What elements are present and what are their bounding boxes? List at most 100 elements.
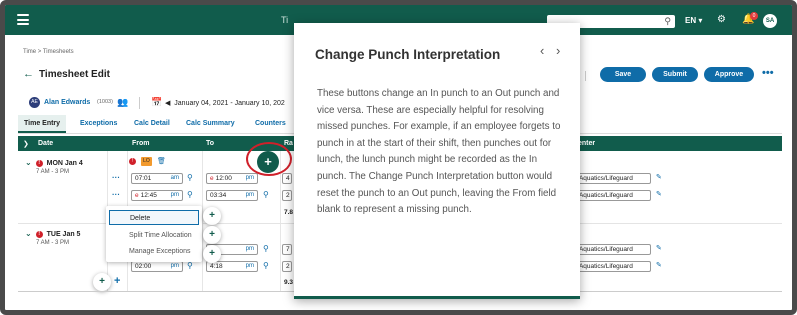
tab-counters[interactable]: Counters xyxy=(255,115,286,133)
search-icon[interactable]: ⚲ xyxy=(263,261,269,270)
help-popup: Change Punch Interpretation ‹ › These bu… xyxy=(294,23,580,299)
rate-field[interactable]: 2 xyxy=(282,190,292,201)
punch-ampm: pm xyxy=(170,263,179,269)
edit-icon[interactable]: ✎ xyxy=(656,190,662,198)
add-row-icon[interactable]: + xyxy=(114,275,120,287)
exception-icon[interactable]: ! xyxy=(129,158,136,165)
day-total: 7.8 xyxy=(284,209,294,216)
punch-time: 02:00 xyxy=(135,263,152,270)
tab-calc-detail[interactable]: Calc Detail xyxy=(134,115,170,133)
row-actions-button[interactable]: ··· xyxy=(112,190,120,199)
search-icon[interactable]: ⚲ xyxy=(263,190,269,199)
app-title: Ti xyxy=(281,15,289,25)
calendar-icon[interactable]: 📅 xyxy=(151,97,162,108)
day-label: TUE Jan 5 xyxy=(46,231,81,238)
day-total: 9.3 xyxy=(284,279,294,286)
cost-center-field[interactable]: r/Aquatics/Lifeguard xyxy=(571,261,651,272)
add-icon[interactable]: + xyxy=(203,245,221,263)
punch-ampm: pm xyxy=(245,192,254,198)
trash-icon[interactable]: 🗑 xyxy=(157,157,166,165)
add-icon[interactable]: + xyxy=(203,226,221,244)
popup-body: These buttons change an In punch to an O… xyxy=(317,88,561,216)
notification-badge: 0 xyxy=(750,12,758,20)
punch-out-field[interactable]: e 12:00 pm xyxy=(206,173,258,184)
tab-exceptions[interactable]: Exceptions xyxy=(80,115,117,133)
language-label: EN xyxy=(685,16,697,25)
add-punch-button[interactable]: + xyxy=(93,273,111,291)
edit-icon[interactable]: ✎ xyxy=(656,261,662,269)
day-row-mon[interactable]: ⌄ ! MON Jan 4 xyxy=(25,158,83,167)
punch-ampm: am xyxy=(170,175,179,181)
menu-item-manage-exceptions[interactable]: Manage Exceptions xyxy=(109,244,199,259)
change-punch-interpretation-button[interactable]: + xyxy=(257,151,279,173)
employee-switch-icon[interactable]: 👥 xyxy=(117,97,128,108)
exception-icon: ! xyxy=(35,230,43,238)
menu-item-split-time-allocation[interactable]: Split Time Allocation xyxy=(109,228,199,243)
chevron-down-icon[interactable]: ⌄ xyxy=(25,158,32,167)
rate-field[interactable]: 4 xyxy=(282,173,292,184)
edit-icon[interactable]: ✎ xyxy=(656,244,662,252)
day-label: MON Jan 4 xyxy=(46,160,83,167)
page-title-text: Timesheet Edit xyxy=(39,69,110,80)
employee-avatar: AE xyxy=(29,97,40,108)
rate-field[interactable]: 2 xyxy=(282,261,292,272)
cost-center-field[interactable]: r/Aquatics/Lifeguard xyxy=(571,244,651,255)
menu-item-delete[interactable]: Delete xyxy=(109,210,199,225)
approve-button[interactable]: Approve xyxy=(704,67,754,82)
tab-calc-summary[interactable]: Calc Summary xyxy=(186,115,235,133)
row-actions-button[interactable]: ··· xyxy=(112,173,120,182)
punch-ampm: pm xyxy=(245,246,254,252)
back-arrow-icon[interactable]: ← xyxy=(23,68,34,80)
search-icon[interactable]: ⚲ xyxy=(187,190,193,199)
popup-next-button[interactable]: › xyxy=(556,43,560,58)
app-frame: Ti ⚲ EN ▾ ⚙ 🔔 0 SA Time > Timesheets ← Ti… xyxy=(0,0,797,315)
breadcrumb[interactable]: Time > Timesheets xyxy=(23,49,74,55)
row-context-menu: Delete Split Time Allocation Manage Exce… xyxy=(106,206,202,262)
col-cost-center: enter xyxy=(578,140,596,147)
punch-in-field[interactable]: e 12:45 pm xyxy=(131,190,183,201)
punch-in-field[interactable]: 02:00 pm xyxy=(131,261,183,272)
day-row-tue[interactable]: ⌄ ! TUE Jan 5 xyxy=(25,229,80,238)
search-icon[interactable]: ⚲ xyxy=(187,173,193,182)
expand-all-icon[interactable]: ❯ xyxy=(23,140,29,148)
search-icon[interactable]: ⚲ xyxy=(187,261,193,270)
chevron-down-icon[interactable]: ⌄ xyxy=(25,229,32,238)
page-title: ← Timesheet Edit xyxy=(23,68,110,80)
punch-time: 12:45 xyxy=(140,192,157,199)
rate-value: 2 xyxy=(286,263,290,270)
toolbar-divider xyxy=(585,71,586,81)
search-icon[interactable]: ⚲ xyxy=(263,244,269,253)
save-button[interactable]: Save xyxy=(600,67,646,82)
cost-center-field[interactable]: r/Aquatics/Lifeguard xyxy=(571,173,651,184)
help-icon[interactable]: ⚙ xyxy=(717,14,726,25)
col-date: Date xyxy=(38,140,54,147)
punch-time: 03:34 xyxy=(210,192,227,199)
popup-prev-button[interactable]: ‹ xyxy=(540,43,544,58)
col-rate: Ra xyxy=(284,140,293,147)
rate-field[interactable]: 7 xyxy=(282,244,292,255)
edit-icon[interactable]: ✎ xyxy=(656,173,662,181)
tab-time-entry[interactable]: Time Entry xyxy=(18,115,67,133)
punch-in-field[interactable]: 07:01 am xyxy=(131,173,183,184)
date-range[interactable]: ◀ January 04, 2021 - January 10, 202 xyxy=(165,99,285,107)
add-icon[interactable]: + xyxy=(203,207,221,225)
popup-title: Change Punch Interpretation xyxy=(315,47,501,62)
punch-ampm: pm xyxy=(170,192,179,198)
submit-button[interactable]: Submit xyxy=(652,67,698,82)
exception-icon: ! xyxy=(35,159,43,167)
search-icon[interactable]: ⚲ xyxy=(664,16,671,27)
language-selector[interactable]: EN ▾ xyxy=(685,16,702,25)
punch-ampm: pm xyxy=(245,175,254,181)
cost-center-field[interactable]: r/Aquatics/Lifeguard xyxy=(571,190,651,201)
punch-out-field[interactable]: 03:34 pm xyxy=(206,190,258,201)
rate-value: 4 xyxy=(286,175,290,182)
more-actions-button[interactable]: ••• xyxy=(762,67,774,79)
lunch-out-badge[interactable]: LO xyxy=(141,157,152,166)
hamburger-menu-icon[interactable] xyxy=(17,14,29,25)
punch-ampm: pm xyxy=(245,263,254,269)
shift-time: 7 AM - 3 PM xyxy=(36,169,70,175)
punch-time: 4:18 xyxy=(210,263,223,270)
user-avatar[interactable]: SA xyxy=(763,14,777,28)
punch-time: 07:01 xyxy=(135,175,152,182)
employee-name[interactable]: Alan Edwards xyxy=(44,99,90,106)
